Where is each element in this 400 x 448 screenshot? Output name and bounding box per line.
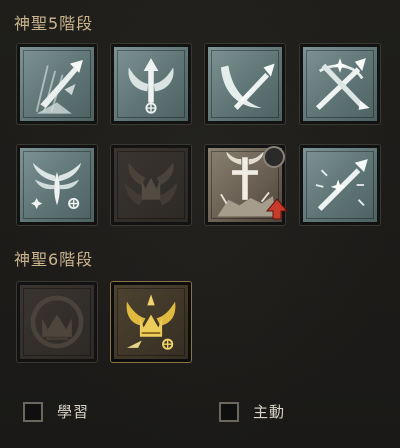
falling-spear-icon <box>35 59 83 114</box>
skill-winged-crown-locked[interactable] <box>111 145 191 225</box>
skill-crossed-spears[interactable] <box>300 44 380 124</box>
skill-panel: 神聖5階段 神聖6階段 學習 主動 <box>0 0 400 448</box>
section-title-holy5: 神聖5階段 <box>14 14 94 33</box>
upgrade-arrow-icon <box>266 198 288 220</box>
winged-arrow-icon <box>128 58 174 114</box>
crossed-spears-icon <box>315 58 370 110</box>
active-checkbox[interactable] <box>219 401 239 422</box>
crown-circle-icon <box>30 295 84 349</box>
section-title-holy6: 神聖6階段 <box>14 250 94 269</box>
skill-radiant-spear[interactable] <box>300 145 380 225</box>
indicator-dot <box>263 146 285 168</box>
skill-crown-circle-locked[interactable] <box>17 282 97 362</box>
learned-label: 學習 <box>57 403 90 421</box>
golden-winged-crown-icon <box>126 294 176 350</box>
crescent-spear-icon <box>220 63 275 110</box>
winged-crown-icon <box>125 162 177 206</box>
winged-star-icon <box>31 162 82 210</box>
filter-active[interactable]: 主動 <box>219 401 285 422</box>
skill-falling-spear[interactable] <box>17 44 97 124</box>
filter-learned[interactable]: 學習 <box>23 401 89 422</box>
skill-golden-winged-crown[interactable] <box>111 282 191 362</box>
skill-winged-star[interactable] <box>17 145 97 225</box>
radiant-spear-icon <box>315 159 368 211</box>
skill-winged-arrow[interactable] <box>111 44 191 124</box>
learned-checkbox[interactable] <box>23 401 43 422</box>
skill-crescent-spear[interactable] <box>205 44 285 124</box>
active-label: 主動 <box>253 403 286 421</box>
